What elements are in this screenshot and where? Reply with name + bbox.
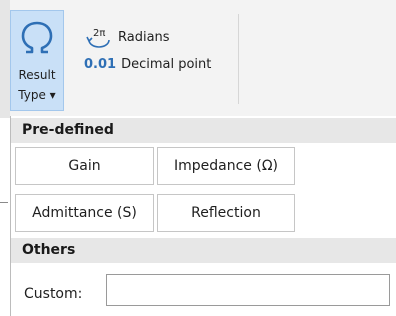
radians-option[interactable]: 2π Radians — [84, 26, 170, 48]
decimal-value: 0.01 — [84, 57, 117, 72]
radians-label: Radians — [118, 29, 170, 45]
admittance-button[interactable]: Admittance (S) — [15, 194, 154, 232]
ribbon-left-edge — [0, 0, 10, 118]
result-type-button[interactable]: Result Type ▾ — [10, 10, 64, 111]
impedance-button[interactable]: Impedance (Ω) — [157, 147, 295, 185]
others-header: Others — [11, 238, 396, 263]
omega-icon — [21, 21, 53, 54]
svg-text:2π: 2π — [93, 28, 105, 39]
result-type-label-2: Type ▾ — [18, 88, 56, 102]
custom-input[interactable] — [106, 274, 390, 306]
decimal-point-label: Decimal point — [121, 57, 212, 72]
background-line — [0, 202, 8, 203]
ribbon-divider — [238, 14, 239, 104]
custom-label: Custom: — [24, 286, 83, 302]
two-pi-icon: 2π — [86, 28, 110, 48]
ribbon: Result Type ▾ 2π Radians 0.01 Decimal po… — [0, 0, 396, 118]
predefined-header: Pre-defined — [11, 118, 396, 143]
result-type-label-1: Result — [18, 68, 56, 82]
decimal-point-option[interactable]: 0.01 Decimal point — [84, 57, 211, 72]
reflection-button[interactable]: Reflection — [157, 194, 295, 232]
result-type-dropdown: Pre-defined Gain Impedance (Ω) Admittanc… — [10, 116, 396, 316]
gain-button[interactable]: Gain — [15, 147, 154, 185]
